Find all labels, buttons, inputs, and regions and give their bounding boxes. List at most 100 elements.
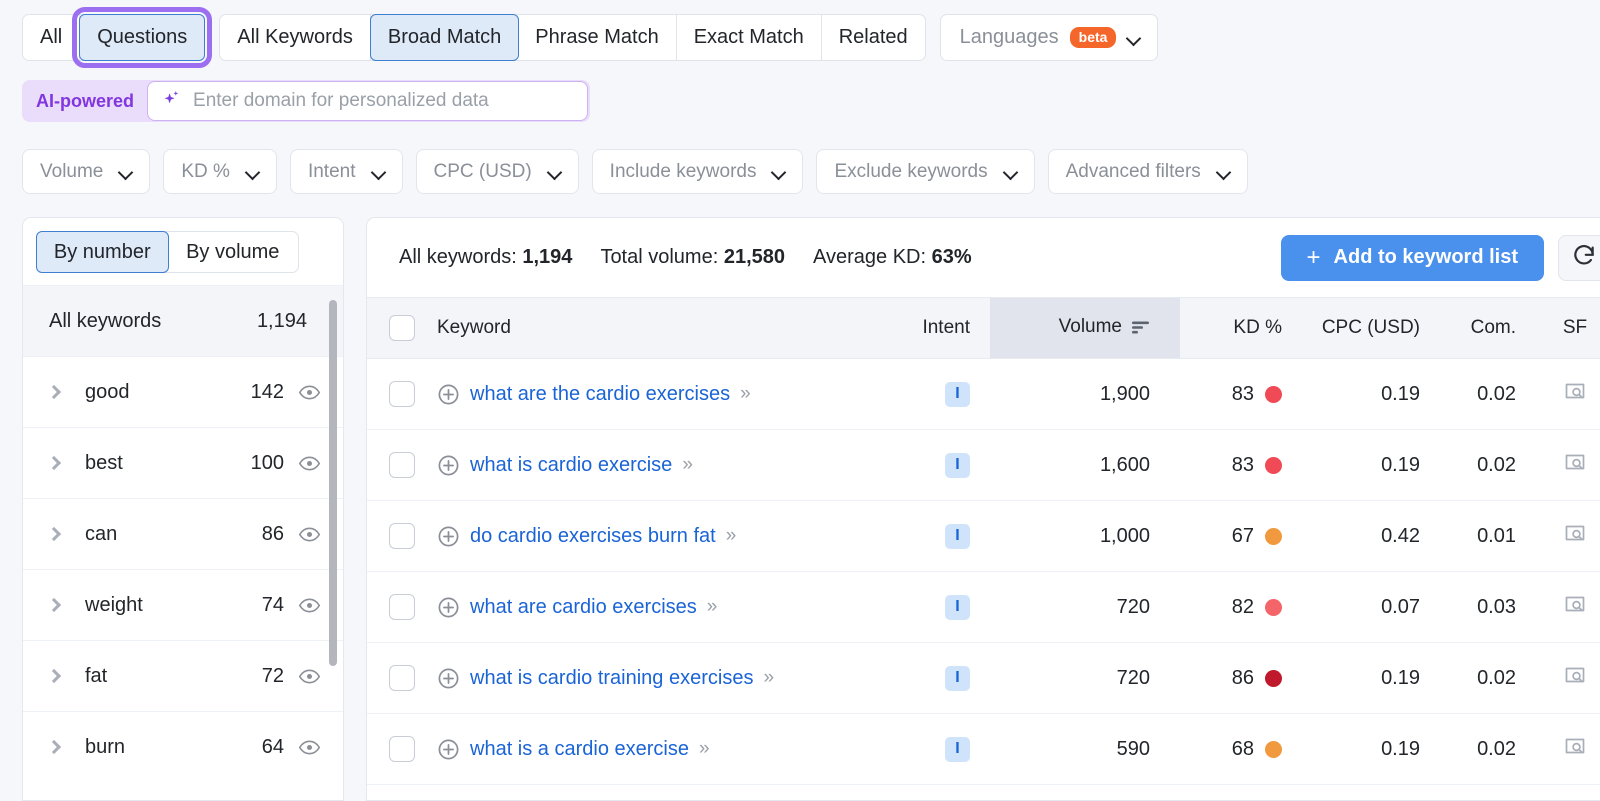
sidebar-item-burn[interactable]: burn 64 — [23, 711, 343, 782]
filter-advanced[interactable]: Advanced filters — [1048, 149, 1248, 194]
double-chevron-right-icon[interactable]: » — [740, 383, 749, 405]
plus-circle-icon[interactable] — [437, 667, 460, 690]
eye-icon[interactable] — [298, 452, 321, 475]
eye-icon[interactable] — [298, 665, 321, 688]
filter-volume[interactable]: Volume — [22, 149, 150, 194]
intent-badge[interactable]: I — [945, 524, 970, 549]
tab-exact-match[interactable]: Exact Match — [677, 15, 822, 60]
double-chevron-right-icon[interactable]: » — [682, 454, 691, 476]
row-cpc-cell: 0.19 — [1302, 430, 1442, 501]
plus-circle-icon[interactable] — [437, 525, 460, 548]
keyword-link[interactable]: what is a cardio exercise — [470, 738, 689, 761]
table-row[interactable]: do cardio exercises burn fat » I 1,000 6… — [367, 501, 1600, 572]
row-checkbox[interactable] — [389, 523, 415, 549]
serp-features-icon[interactable] — [1563, 663, 1587, 687]
chevron-right-icon[interactable] — [49, 742, 69, 752]
column-sf[interactable]: SF — [1538, 298, 1600, 359]
filter-cpc[interactable]: CPC (USD) — [416, 149, 579, 194]
row-checkbox[interactable] — [389, 452, 415, 478]
table-row[interactable]: what is a cardio exercise » I 590 68 0.1… — [367, 714, 1600, 785]
double-chevron-right-icon[interactable]: » — [699, 738, 708, 760]
languages-dropdown[interactable]: Languages beta — [940, 14, 1159, 61]
serp-features-icon[interactable] — [1563, 734, 1587, 758]
tab-broad-match[interactable]: Broad Match — [370, 14, 519, 61]
plus-circle-icon[interactable] — [437, 454, 460, 477]
keyword-link[interactable]: what is cardio exercise — [470, 454, 672, 477]
plus-circle-icon[interactable] — [437, 383, 460, 406]
sidebar-item-count: 142 — [251, 381, 284, 404]
column-com[interactable]: Com. — [1442, 298, 1538, 359]
toggle-by-number[interactable]: By number — [36, 231, 169, 273]
chevron-right-icon[interactable] — [49, 458, 69, 468]
tab-questions[interactable]: Questions — [79, 14, 205, 61]
table-row[interactable]: what are cardio exercises » I 720 82 0.0… — [367, 572, 1600, 643]
intent-badge[interactable]: I — [945, 737, 970, 762]
serp-features-icon[interactable] — [1563, 450, 1587, 474]
chevron-right-icon[interactable] — [49, 600, 69, 610]
refresh-button[interactable] — [1558, 235, 1600, 281]
double-chevron-right-icon[interactable]: » — [707, 596, 716, 618]
filter-intent[interactable]: Intent — [290, 149, 403, 194]
keyword-link[interactable]: what are cardio exercises — [470, 596, 697, 619]
eye-icon[interactable] — [298, 736, 321, 759]
sidebar-item-all-keywords[interactable]: All keywords 1,194 — [23, 285, 343, 356]
table-row[interactable]: what are the cardio exercises » I 1,900 … — [367, 359, 1600, 430]
table-row[interactable]: what is cardio training exercises » I 72… — [367, 643, 1600, 714]
column-cpc[interactable]: CPC (USD) — [1302, 298, 1442, 359]
row-checkbox[interactable] — [389, 594, 415, 620]
add-to-keyword-list-button[interactable]: + Add to keyword list — [1281, 235, 1544, 281]
keyword-link[interactable]: what are the cardio exercises — [470, 383, 730, 406]
sidebar-item-label: fat — [85, 665, 262, 688]
double-chevron-right-icon[interactable]: » — [726, 525, 735, 547]
chevron-down-icon — [772, 167, 787, 176]
chevron-right-icon[interactable] — [49, 387, 69, 397]
double-chevron-right-icon[interactable]: » — [763, 667, 772, 689]
row-sf-cell — [1538, 430, 1600, 501]
intent-badge[interactable]: I — [945, 453, 970, 478]
plus-circle-icon[interactable] — [437, 596, 460, 619]
intent-badge[interactable]: I — [945, 666, 970, 691]
tab-all[interactable]: All — [23, 15, 80, 60]
sidebar-item-good[interactable]: good 142 — [23, 356, 343, 427]
keyword-link[interactable]: do cardio exercises burn fat — [470, 525, 716, 548]
filter-kd[interactable]: KD % — [163, 149, 277, 194]
intent-badge[interactable]: I — [945, 595, 970, 620]
column-intent[interactable]: Intent — [892, 298, 990, 359]
toggle-by-volume[interactable]: By volume — [168, 232, 299, 272]
table-row[interactable]: what is cardio exercise » I 1,600 83 0.1… — [367, 430, 1600, 501]
plus-circle-icon[interactable] — [437, 738, 460, 761]
row-checkbox[interactable] — [389, 736, 415, 762]
tab-all-keywords[interactable]: All Keywords — [220, 15, 371, 60]
serp-features-icon[interactable] — [1563, 592, 1587, 616]
intent-badge[interactable]: I — [945, 382, 970, 407]
eye-icon[interactable] — [298, 381, 321, 404]
row-checkbox[interactable] — [389, 381, 415, 407]
kd-value: 83 — [1232, 454, 1254, 477]
domain-input-wrapper[interactable]: Enter domain for personalized data — [147, 81, 588, 121]
sidebar-item-weight[interactable]: weight 74 — [23, 569, 343, 640]
keyword-link[interactable]: what is cardio training exercises — [470, 667, 753, 690]
sidebar-item-can[interactable]: can 86 — [23, 498, 343, 569]
row-kd-cell: 83 — [1180, 359, 1302, 430]
tab-related[interactable]: Related — [822, 15, 925, 60]
chevron-right-icon[interactable] — [49, 529, 69, 539]
row-checkbox[interactable] — [389, 665, 415, 691]
select-all-checkbox[interactable] — [389, 315, 415, 341]
eye-icon[interactable] — [298, 523, 321, 546]
chevron-right-icon[interactable] — [49, 671, 69, 681]
column-kd[interactable]: KD % — [1180, 298, 1302, 359]
keywords-summary-bar: All keywords: 1,194 Total volume: 21,580… — [367, 218, 1600, 297]
filter-include-keywords[interactable]: Include keywords — [592, 149, 804, 194]
kd-difficulty-dot — [1265, 599, 1282, 616]
eye-icon[interactable] — [298, 594, 321, 617]
column-keyword[interactable]: Keyword — [437, 298, 892, 359]
sidebar-scrollbar[interactable] — [329, 300, 337, 666]
column-volume[interactable]: Volume — [990, 298, 1180, 359]
row-cpc-cell: 0.19 — [1302, 359, 1442, 430]
sidebar-item-best[interactable]: best 100 — [23, 427, 343, 498]
tab-phrase-match[interactable]: Phrase Match — [518, 15, 676, 60]
filter-exclude-keywords[interactable]: Exclude keywords — [816, 149, 1034, 194]
serp-features-icon[interactable] — [1563, 379, 1587, 403]
sidebar-item-fat[interactable]: fat 72 — [23, 640, 343, 711]
serp-features-icon[interactable] — [1563, 521, 1587, 545]
